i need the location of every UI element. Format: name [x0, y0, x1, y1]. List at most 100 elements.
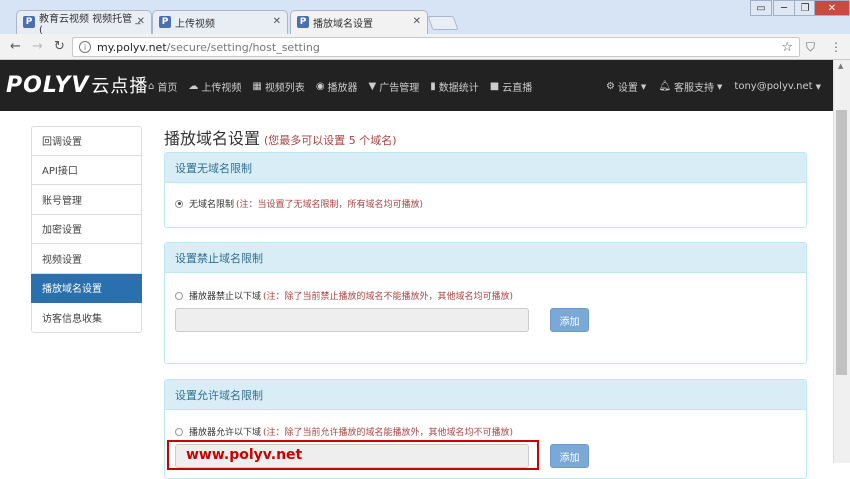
- radio-label: 播放器允许以下域: [189, 428, 262, 438]
- browser-tab-bar: P 教育云视频 视频托管 _ ( ✕ P 上传视频 ✕ P 播放域名设置 ✕ ▭…: [0, 0, 850, 36]
- logo-text: POLYV: [6, 73, 90, 98]
- nav-item-player[interactable]: ◉ 播放器: [316, 79, 358, 94]
- url-host: my.polyv.net: [97, 40, 167, 54]
- radio-note: (注：当设置了无域名限制，所有域名均可播放): [236, 200, 424, 210]
- polyv-favicon-icon: P: [23, 16, 35, 28]
- nav-item-upload[interactable]: ☁ 上传视频: [188, 79, 241, 94]
- radio-row[interactable]: 播放器禁止以下域 (注：除了当前禁止播放的域名不能播放外，其他域名均可播放): [175, 289, 513, 302]
- page-title-hint: (您最多可以设置 5 个域名): [264, 134, 397, 147]
- nav-item-live[interactable]: ■ 云直播: [490, 79, 532, 94]
- radio-row[interactable]: 无域名限制 (注：当设置了无域名限制，所有域名均可播放): [175, 197, 423, 210]
- panel-heading: 设置无域名限制: [165, 153, 806, 183]
- nav-label: 云直播: [502, 83, 533, 94]
- add-deny-domain-button[interactable]: 添加: [550, 308, 589, 332]
- nav-label: 首页: [157, 83, 178, 94]
- panel-deny-domains: 设置禁止域名限制 播放器禁止以下域 (注：除了当前禁止播放的域名不能播放外，其他域…: [164, 242, 807, 364]
- sidebar-item-api[interactable]: API接口: [31, 155, 142, 185]
- no-restriction-radio[interactable]: [175, 199, 183, 208]
- tab-label: 教育云视频 视频托管 _ (: [39, 13, 141, 36]
- sidebar-item-video[interactable]: 视频设置: [31, 244, 142, 274]
- back-arrow-icon[interactable]: ←: [10, 39, 21, 54]
- url-input[interactable]: i my.polyv.net/secure/setting/host_setti…: [72, 37, 800, 57]
- nav-label: 上传视频: [201, 83, 242, 94]
- polyv-favicon-icon: P: [297, 16, 309, 28]
- nav-item-home[interactable]: ⌂ 首页: [148, 79, 177, 94]
- nav-menu: ⌂ 首页 ☁ 上传视频 ▦ 视频列表 ◉ 播放器 ▼ 广告管理 ▮ 数据统计 ■ 云直播: [148, 79, 543, 94]
- radio-note: (注：除了当前禁止播放的域名不能播放外，其他域名均可播放): [263, 292, 514, 302]
- site-nav: POLYV 云点播 ⌂ 首页 ☁ 上传视频 ▦ 视频列表 ◉ 播放器 ▼ 广告管理 ▮ 数据统…: [0, 60, 833, 111]
- close-icon[interactable]: ✕: [413, 16, 421, 27]
- nav-item-ads[interactable]: ▼ 广告管理: [369, 79, 420, 94]
- sidebar-item-play-domain[interactable]: 播放域名设置: [31, 273, 142, 303]
- nav-item-stats[interactable]: ▮ 数据统计: [430, 79, 479, 94]
- panel-heading: 设置允许域名限制: [165, 380, 806, 410]
- radio-row[interactable]: 播放器允许以下域 (注：除了当前允许播放的域名能播放外，其他域名均不可播放): [175, 425, 513, 438]
- panel-heading: 设置禁止域名限制: [165, 243, 806, 273]
- browser-tab-active[interactable]: P 播放域名设置 ✕: [290, 10, 428, 34]
- radio-label: 播放器禁止以下域: [189, 292, 262, 302]
- logo-cn-text: 云点播: [91, 76, 149, 97]
- info-icon[interactable]: i: [79, 41, 91, 53]
- radio-note: (注：除了当前允许播放的域名能播放外，其他域名均不可播放): [263, 428, 514, 438]
- scrollbar-thumb[interactable]: [836, 110, 847, 375]
- filter-icon: ▼: [368, 81, 377, 92]
- camera-icon: ■: [489, 81, 500, 92]
- sidebar-item-callback[interactable]: 回调设置: [31, 126, 142, 156]
- gear-icon: ⚙: [605, 81, 615, 92]
- sidebar-item-visitor-info[interactable]: 访客信息收集: [31, 303, 142, 333]
- menu-icon[interactable]: ⋮: [830, 40, 842, 54]
- close-icon[interactable]: ✕: [273, 16, 281, 27]
- bell-icon: 🔔︎: [658, 81, 672, 92]
- upload-icon: ☁: [188, 81, 199, 92]
- nav-label: 视频列表: [264, 83, 305, 94]
- add-allow-domain-button[interactable]: 添加: [550, 444, 589, 468]
- nav-label: 播放器: [327, 83, 358, 94]
- play-icon: ◉: [315, 81, 325, 92]
- maximize-button[interactable]: ❐: [794, 0, 816, 16]
- new-tab-button[interactable]: [427, 16, 459, 30]
- address-bar: ← → ↻ i my.polyv.net/secure/setting/host…: [0, 34, 850, 60]
- caret-down-icon: ▼: [815, 82, 821, 91]
- reload-icon[interactable]: ↻: [54, 39, 65, 54]
- polyv-favicon-icon: P: [159, 16, 171, 28]
- bookmark-star-icon[interactable]: ☆: [781, 40, 793, 55]
- url-path: /secure/setting/host_setting: [166, 40, 320, 54]
- minimize-window-button[interactable]: ─: [773, 0, 795, 16]
- minimize-button[interactable]: ▭: [750, 0, 772, 16]
- allow-domains-radio[interactable]: [175, 427, 183, 436]
- tab-label: 上传视频: [175, 19, 215, 30]
- shield-icon[interactable]: ⛉: [806, 40, 815, 55]
- support-dropdown[interactable]: 🔔︎ 客服支持 ▼: [658, 79, 722, 94]
- caret-down-icon: ▼: [640, 82, 647, 91]
- sidebar-item-account[interactable]: 账号管理: [31, 185, 142, 215]
- logo[interactable]: POLYV 云点播: [6, 72, 148, 98]
- radio-label: 无域名限制: [189, 200, 235, 210]
- user-dropdown[interactable]: tony@polyv.net ▼: [734, 79, 821, 94]
- chart-icon: ▮: [430, 81, 436, 92]
- deny-domain-input[interactable]: [175, 308, 529, 332]
- close-window-button[interactable]: ✕: [814, 0, 850, 16]
- page-title: 播放域名设置 (您最多可以设置 5 个域名): [164, 125, 397, 149]
- sidebar-item-encryption[interactable]: 加密设置: [31, 214, 142, 244]
- tab-label: 播放域名设置: [313, 19, 373, 30]
- nav-label: 客服支持: [674, 83, 715, 94]
- caret-down-icon: ▼: [717, 82, 723, 91]
- home-icon: ⌂: [148, 81, 155, 92]
- highlight-box: [167, 440, 539, 470]
- nav-item-video-list[interactable]: ▦ 视频列表: [252, 79, 304, 94]
- close-icon[interactable]: ✕: [137, 16, 145, 27]
- nav-label: 数据统计: [438, 83, 479, 94]
- nav-label: 广告管理: [379, 83, 420, 94]
- settings-dropdown[interactable]: ⚙ 设置 ▼: [606, 79, 646, 94]
- browser-tab[interactable]: P 教育云视频 视频托管 _ ( ✕: [16, 10, 152, 36]
- nav-label: 设置: [617, 83, 638, 94]
- film-icon: ▦: [252, 81, 262, 92]
- settings-sidebar: 回调设置 API接口 账号管理 加密设置 视频设置 播放域名设置 访客信息收集: [31, 126, 142, 333]
- page-title-text: 播放域名设置: [164, 129, 261, 148]
- browser-tab[interactable]: P 上传视频 ✕: [152, 10, 288, 34]
- forward-arrow-icon[interactable]: →: [32, 39, 43, 54]
- panel-no-restriction: 设置无域名限制 无域名限制 (注：当设置了无域名限制，所有域名均可播放): [164, 152, 807, 228]
- deny-domains-radio[interactable]: [175, 291, 183, 300]
- user-email: tony@polyv.net: [734, 81, 813, 92]
- scroll-up-arrow-icon[interactable]: ▲: [838, 62, 843, 70]
